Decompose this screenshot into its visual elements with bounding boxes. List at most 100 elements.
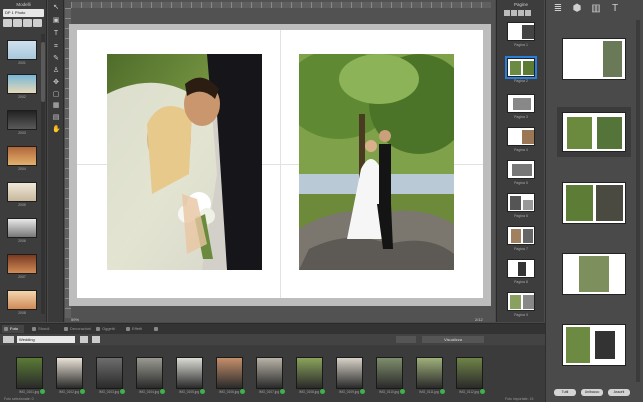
- frame-tool-icon[interactable]: ▢: [52, 91, 60, 99]
- layouts-scrollbar[interactable]: [636, 20, 640, 382]
- film-thumb[interactable]: [296, 357, 323, 389]
- folder-dropdown[interactable]: Wedding: [17, 336, 75, 343]
- model-thumb[interactable]: [7, 74, 37, 94]
- pointer-tool-icon[interactable]: ↖: [52, 4, 60, 12]
- film-thumb[interactable]: [176, 357, 203, 389]
- page-thumb[interactable]: [507, 259, 535, 278]
- list-view-icon[interactable]: [92, 336, 100, 343]
- status-imported: Foto importate: 15: [505, 397, 534, 401]
- film-thumb[interactable]: [376, 357, 403, 389]
- layouts-assorti-button[interactable]: Assorti: [608, 389, 630, 396]
- add-page-button[interactable]: [504, 10, 510, 16]
- model-thumb[interactable]: [7, 218, 37, 238]
- grid-tool-icon[interactable]: ▦: [52, 102, 60, 110]
- tab-foto[interactable]: Foto: [2, 325, 24, 333]
- cube-icon[interactable]: ⬢: [571, 3, 583, 15]
- models-folder-button[interactable]: [23, 19, 32, 27]
- folder-icon[interactable]: [3, 336, 14, 343]
- models-options-button[interactable]: [33, 19, 42, 27]
- page-thumb[interactable]: [507, 226, 535, 245]
- page-label: Pagina 2: [514, 79, 528, 83]
- right-page-photo[interactable]: [299, 54, 454, 270]
- select-tool-icon[interactable]: ▣: [52, 17, 60, 25]
- effects-icon: [126, 327, 130, 331]
- layout-thumb[interactable]: [562, 38, 626, 80]
- hand-tool-icon[interactable]: ✋: [52, 126, 61, 134]
- model-thumb[interactable]: [7, 146, 37, 166]
- page-label: Pagina 4: [514, 148, 528, 152]
- spread-canvas[interactable]: [69, 24, 491, 306]
- media-filter-bar: Wedding Visualizza: [0, 334, 545, 345]
- models-add-button[interactable]: [3, 19, 12, 27]
- model-thumb[interactable]: [7, 110, 37, 130]
- bride-groom-kiss-image: [107, 54, 262, 270]
- film-thumb[interactable]: [416, 357, 443, 389]
- media-tabs: Foto Sfondi Decorazioni Oggetti Effetti: [0, 324, 545, 334]
- album-spread[interactable]: [77, 30, 483, 298]
- page-thumb[interactable]: [507, 127, 535, 146]
- layers-icon[interactable]: ≣: [552, 3, 564, 15]
- zoom-level[interactable]: 59%: [71, 317, 79, 322]
- tab-extra[interactable]: [152, 325, 176, 333]
- film-thumb[interactable]: [96, 357, 123, 389]
- film-thumb[interactable]: [456, 357, 483, 389]
- models-remove-button[interactable]: [13, 19, 22, 27]
- film-thumb[interactable]: [216, 357, 243, 389]
- text-tool-icon[interactable]: T: [52, 30, 60, 38]
- tools-bar: ↖ ▣ T ⌗ ✎ ♙ ✥ ▢ ▦ ▤ ✋: [48, 0, 64, 322]
- layout-thumb[interactable]: [562, 253, 626, 295]
- layout-thumb[interactable]: [562, 324, 626, 366]
- page-thumb[interactable]: [507, 292, 535, 311]
- brush-tool-icon[interactable]: ✎: [52, 55, 60, 63]
- model-label: 2007: [18, 275, 26, 279]
- crop-tool-icon[interactable]: ⌗: [52, 43, 60, 51]
- sort-control[interactable]: [396, 336, 416, 343]
- film-thumb[interactable]: [336, 357, 363, 389]
- duplicate-page-button[interactable]: [511, 10, 517, 16]
- film-thumb[interactable]: [136, 357, 163, 389]
- tab-decorazioni[interactable]: Decorazioni: [62, 325, 92, 333]
- page-thumb[interactable]: [507, 94, 535, 113]
- layout-tool-icon[interactable]: ▤: [52, 114, 60, 122]
- page-thumb[interactable]: [507, 160, 535, 179]
- status-selected: Foto selezionate: 0: [4, 397, 34, 401]
- tab-effetti[interactable]: Effetti: [124, 325, 152, 333]
- page-thumb[interactable]: [507, 22, 535, 41]
- page-thumb-selected[interactable]: [505, 56, 537, 79]
- delete-page-button[interactable]: [525, 10, 531, 16]
- model-thumb[interactable]: [7, 254, 37, 274]
- model-label: 2001: [18, 61, 26, 65]
- model-thumb[interactable]: [7, 182, 37, 202]
- extra-icon: [154, 327, 158, 331]
- models-panel: Modelli DP 1 Photo 2001 2002 2003 2004 2…: [0, 0, 47, 322]
- text-icon[interactable]: T: [609, 3, 621, 15]
- film-thumb[interactable]: [16, 357, 43, 389]
- layouts-all-button[interactable]: Tutti: [554, 389, 576, 396]
- model-thumb[interactable]: [7, 40, 37, 60]
- pages-panel: Pagine Pagina 1 Pagina 2 Pagina 3 Pagina…: [496, 0, 544, 322]
- view-dropdown[interactable]: Visualizza: [422, 336, 484, 343]
- move-tool-icon[interactable]: ✥: [52, 79, 60, 87]
- film-thumb[interactable]: [56, 357, 83, 389]
- page-thumb[interactable]: [507, 193, 535, 212]
- film-label: IMG_0103.jpg: [98, 390, 120, 394]
- tab-sfondi[interactable]: Sfondi: [30, 325, 60, 333]
- model-thumb[interactable]: [7, 290, 37, 310]
- grid-view-icon[interactable]: [80, 336, 88, 343]
- pages-button-row: [504, 10, 532, 18]
- model-category-dropdown[interactable]: DP 1 Photo: [3, 9, 44, 17]
- columns-icon[interactable]: ▥: [590, 3, 602, 15]
- tab-oggetti[interactable]: Oggetti: [94, 325, 124, 333]
- stamp-tool-icon[interactable]: ♙: [52, 67, 60, 75]
- layout-thumb-selected[interactable]: [562, 112, 626, 152]
- layouts-unibacco-button[interactable]: Unibacco: [581, 389, 603, 396]
- move-page-button[interactable]: [518, 10, 524, 16]
- layout-thumb[interactable]: [562, 182, 626, 224]
- models-scrollbar[interactable]: [41, 34, 45, 314]
- film-label: IMG_0111.jpg: [419, 390, 439, 394]
- page-label: Pagina 8: [514, 280, 528, 284]
- page-indicator: 2/12: [475, 317, 483, 322]
- left-page-photo[interactable]: [107, 54, 262, 270]
- film-thumb[interactable]: [256, 357, 283, 389]
- decoration-icon: [64, 327, 68, 331]
